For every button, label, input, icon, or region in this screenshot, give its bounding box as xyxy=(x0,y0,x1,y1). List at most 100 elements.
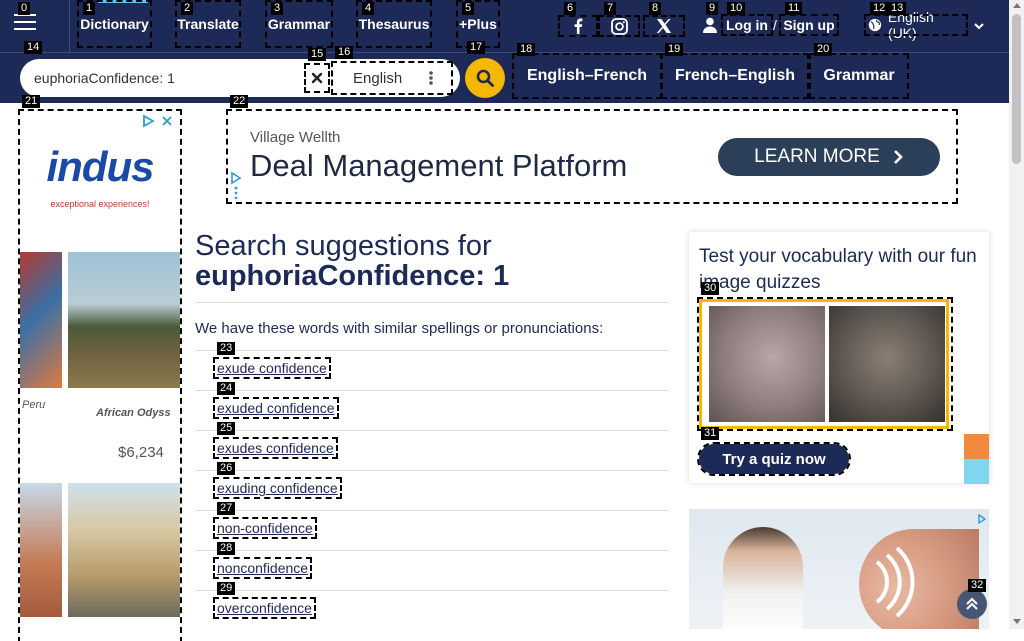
marker-label: 4 xyxy=(362,2,375,15)
divider xyxy=(195,390,669,391)
adchoices-icon[interactable] xyxy=(138,114,174,128)
user-icon xyxy=(703,17,717,33)
top-navigation-bar: Dictionary Translate Grammar Thesaurus +… xyxy=(0,0,1009,103)
search-icon xyxy=(476,69,494,87)
instagram-icon[interactable] xyxy=(598,15,640,37)
search-input[interactable] xyxy=(34,67,302,89)
marker-label: 1 xyxy=(83,2,96,15)
doctor-photo xyxy=(723,527,803,629)
banner-advertiser: Village Wellth xyxy=(250,129,341,146)
divider xyxy=(195,302,669,303)
close-icon xyxy=(311,72,323,84)
page-title: Search suggestions for euphoriaConfidenc… xyxy=(195,231,509,291)
feedback-tab[interactable] xyxy=(964,434,989,459)
suggestions-intro: We have these words with similar spellin… xyxy=(195,320,604,337)
ad-price: $6,234 xyxy=(118,444,164,461)
suggestion-link[interactable]: overconfidence xyxy=(213,597,316,619)
page-scrollbar[interactable] xyxy=(1009,0,1024,629)
kebab-menu-icon xyxy=(429,71,434,85)
ad-photo-elephants xyxy=(68,252,180,388)
adchoices-icon[interactable] xyxy=(977,511,987,525)
marker-label: 20 xyxy=(814,43,833,56)
marker-label: 23 xyxy=(217,342,236,355)
indus-logo: indus xyxy=(46,143,155,190)
divider xyxy=(69,0,70,52)
divider xyxy=(195,430,669,431)
marker-label: 21 xyxy=(22,95,41,108)
marker-label: 25 xyxy=(217,422,236,435)
banner-cta-label: LEARN MORE xyxy=(754,146,880,167)
x-twitter-icon[interactable] xyxy=(643,15,685,37)
suggestion-link[interactable]: exudes confidence xyxy=(213,437,338,459)
share-tab[interactable] xyxy=(964,459,989,484)
suggestion-link[interactable]: nonconfidence xyxy=(212,557,313,579)
ad-caption-africa: African Odyss xyxy=(96,407,171,419)
sound-waves-icon xyxy=(875,547,915,617)
double-chevron-up-icon xyxy=(966,597,978,610)
banner-ad[interactable]: Village Wellth Deal Management Platform … xyxy=(226,109,958,204)
signup-link[interactable]: Sign up xyxy=(779,14,839,36)
marker-label: 7 xyxy=(604,2,617,15)
facebook-icon[interactable] xyxy=(558,15,598,37)
bottom-right-ad[interactable] xyxy=(689,509,989,629)
login-separator: / xyxy=(773,17,777,33)
suggestion-link[interactable]: exude confidence xyxy=(213,357,331,379)
marker-label: 24 xyxy=(217,382,236,395)
left-ad[interactable]: indus exceptional experiences! Peru Afri… xyxy=(18,109,182,641)
marker-label: 10 xyxy=(727,2,746,15)
seal-photo xyxy=(829,306,945,422)
page-title-term: euphoriaConfidence: 1 xyxy=(195,260,510,292)
clear-search-button[interactable] xyxy=(304,63,330,93)
marker-label: 27 xyxy=(217,502,236,515)
link-grammar[interactable]: Grammar xyxy=(809,53,909,99)
scroll-to-top-button[interactable] xyxy=(957,589,987,619)
marker-label: 12 xyxy=(870,2,889,15)
divider xyxy=(0,52,1009,53)
divider xyxy=(195,350,669,351)
quiz-title: Test your vocabulary with our fun image … xyxy=(699,246,977,293)
suggestion-link[interactable]: exuding confidence xyxy=(213,477,342,499)
marker-label: 6 xyxy=(564,2,577,15)
suggestion-link[interactable]: non-confidence xyxy=(213,517,317,539)
banner-cta-button[interactable]: LEARN MORE xyxy=(718,138,940,176)
marker-label: 15 xyxy=(308,48,327,61)
menu-icon[interactable] xyxy=(14,14,36,32)
indus-tagline: exceptional experiences! xyxy=(50,199,150,209)
marker-label: 17 xyxy=(467,41,486,54)
marker-label: 14 xyxy=(24,41,43,54)
language-selector[interactable]: English (UK) xyxy=(864,9,968,41)
ad-photo-peru xyxy=(20,252,62,388)
link-french-english[interactable]: French–English xyxy=(661,53,809,99)
search-button[interactable] xyxy=(465,58,505,98)
scroll-up-arrow[interactable] xyxy=(1013,3,1021,8)
marker-label: 32 xyxy=(968,579,987,592)
scroll-down-arrow[interactable] xyxy=(1013,619,1021,624)
divider xyxy=(195,470,669,471)
marker-label: 3 xyxy=(271,2,284,15)
suggestion-link[interactable]: exuded confidence xyxy=(213,397,339,419)
marker-label: 19 xyxy=(665,43,684,56)
link-english-french[interactable]: English–French xyxy=(512,53,662,99)
divider xyxy=(195,550,669,551)
quiz-image-link[interactable] xyxy=(697,297,953,431)
marker-label: 13 xyxy=(888,2,907,15)
login-link[interactable]: Log in xyxy=(721,14,773,36)
ad-caption-peru: Peru xyxy=(22,399,46,411)
marker-label: 5 xyxy=(462,2,475,15)
marker-label: 31 xyxy=(701,427,720,440)
banner-title: Deal Management Platform xyxy=(250,148,628,183)
dictionary-language-select[interactable]: English xyxy=(331,61,453,95)
marker-label: 29 xyxy=(217,582,236,595)
scrollbar-thumb[interactable] xyxy=(1012,14,1021,164)
marker-label: 9 xyxy=(706,2,719,15)
marker-label: 2 xyxy=(181,2,194,15)
marker-label: 11 xyxy=(785,2,803,15)
hippo-photo xyxy=(709,306,825,422)
adchoices-icon[interactable] xyxy=(230,171,242,200)
page-title-prefix: Search suggestions for xyxy=(195,230,492,262)
quiz-panel: Test your vocabulary with our fun image … xyxy=(689,232,989,483)
marker-label: 26 xyxy=(217,462,236,475)
marker-label: 16 xyxy=(335,46,354,59)
divider xyxy=(195,510,669,511)
try-quiz-button[interactable]: Try a quiz now xyxy=(697,442,851,476)
